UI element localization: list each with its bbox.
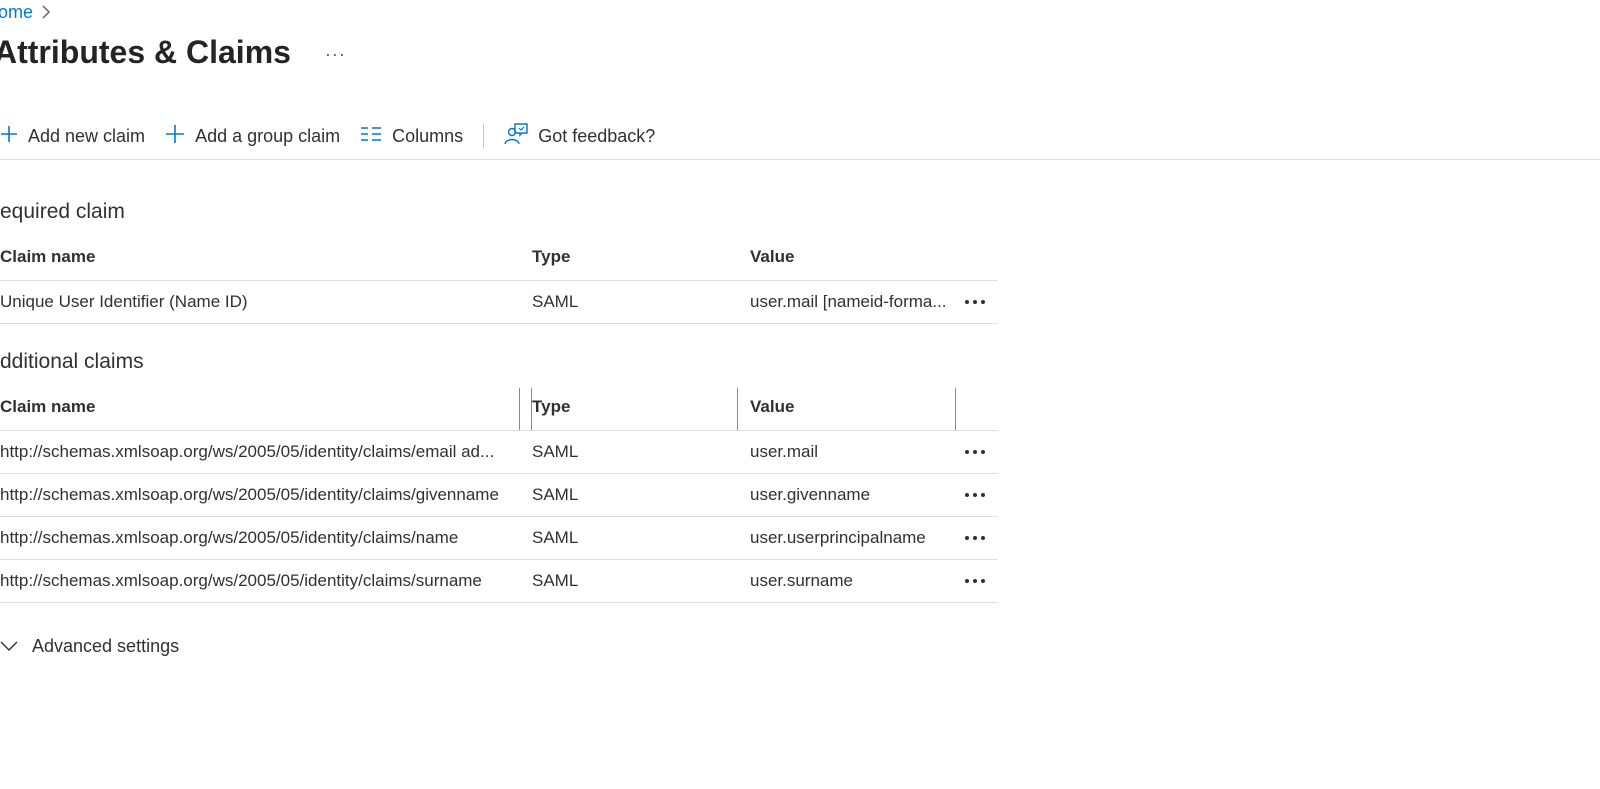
row-more-icon[interactable] — [962, 571, 988, 591]
add-group-claim-button[interactable]: Add a group claim — [155, 118, 350, 154]
column-resize-handle[interactable] — [955, 388, 956, 430]
add-new-claim-button[interactable]: Add new claim — [0, 118, 155, 154]
toolbar-divider — [483, 124, 485, 148]
claim-name-cell: http://schemas.xmlsoap.org/ws/2005/05/id… — [0, 442, 495, 461]
breadcrumb-home-link[interactable]: ome — [0, 2, 33, 23]
advanced-settings-toggle[interactable]: Advanced settings — [0, 636, 179, 657]
row-more-icon[interactable] — [962, 528, 988, 548]
table-row[interactable]: http://schemas.xmlsoap.org/ws/2005/05/id… — [0, 474, 998, 517]
additional-claims-table: Claim name Type Value http://schemas.xml… — [0, 384, 998, 603]
table-header-row: Claim name Type Value — [0, 234, 998, 281]
table-row[interactable]: Unique User Identifier (Name ID) SAML us… — [0, 281, 998, 324]
claim-value-cell: user.userprincipalname — [750, 528, 926, 547]
feedback-icon — [504, 122, 538, 151]
chevron-right-icon — [41, 5, 51, 19]
required-claim-heading: equired claim — [0, 200, 125, 223]
table-row[interactable]: http://schemas.xmlsoap.org/ws/2005/05/id… — [0, 560, 998, 603]
claim-name-cell: http://schemas.xmlsoap.org/ws/2005/05/id… — [0, 528, 459, 547]
claim-value-cell: user.surname — [750, 571, 853, 590]
row-more-icon[interactable] — [962, 292, 988, 312]
row-more-icon[interactable] — [962, 485, 988, 505]
claim-value-cell: user.mail [nameid-forma... — [750, 292, 947, 311]
advanced-settings-label: Advanced settings — [32, 636, 180, 656]
claim-type-cell: SAML — [532, 442, 579, 461]
claim-value-cell: user.mail — [750, 442, 819, 461]
claim-name-cell: http://schemas.xmlsoap.org/ws/2005/05/id… — [0, 571, 482, 590]
required-claim-table: Claim name Type Value Unique User Identi… — [0, 234, 998, 324]
column-header-value[interactable]: Value — [750, 247, 950, 267]
more-options-icon[interactable]: ··· — [325, 44, 346, 65]
claim-name-cell: http://schemas.xmlsoap.org/ws/2005/05/id… — [0, 485, 499, 504]
columns-button[interactable]: Columns — [350, 118, 473, 154]
table-header-row: Claim name Type Value — [0, 384, 998, 431]
table-row[interactable]: http://schemas.xmlsoap.org/ws/2005/05/id… — [0, 517, 998, 560]
claim-type-cell: SAML — [532, 571, 579, 590]
claim-value-cell: user.givenname — [750, 485, 871, 504]
add-new-claim-label: Add new claim — [28, 125, 146, 146]
claim-type-cell: SAML — [532, 292, 579, 311]
table-row[interactable]: http://schemas.xmlsoap.org/ws/2005/05/id… — [0, 431, 998, 474]
toolbar-divider-line — [0, 159, 1600, 160]
attributes-claims-page: ome Attributes & Claims ··· Add new clai… — [0, 0, 1600, 789]
add-group-claim-label: Add a group claim — [195, 125, 341, 146]
breadcrumb: ome — [0, 0, 51, 24]
column-header-type[interactable]: Type — [532, 247, 732, 267]
columns-label: Columns — [392, 125, 464, 146]
feedback-label: Got feedback? — [538, 125, 656, 146]
plus-icon — [0, 125, 28, 148]
title-row: Attributes & Claims ··· — [0, 34, 346, 71]
column-header-claim-name[interactable]: Claim name — [0, 247, 520, 267]
additional-claims-heading: dditional claims — [0, 350, 144, 373]
row-more-icon[interactable] — [962, 442, 988, 462]
claim-type-cell: SAML — [532, 528, 579, 547]
plus-icon — [165, 124, 195, 149]
column-header-claim-name[interactable]: Claim name — [0, 397, 520, 417]
column-resize-handle[interactable] — [737, 388, 738, 430]
chevron-down-icon — [0, 636, 32, 657]
column-header-value[interactable]: Value — [750, 397, 950, 417]
feedback-button[interactable]: Got feedback? — [494, 118, 665, 154]
command-bar: Add new claim Add a group claim Columns — [0, 116, 1600, 156]
column-header-type[interactable]: Type — [532, 397, 732, 417]
page-title: Attributes & Claims — [0, 34, 291, 70]
column-resize-handle[interactable] — [519, 388, 520, 430]
columns-icon — [360, 126, 392, 147]
claim-type-cell: SAML — [532, 485, 579, 504]
claim-name-cell: Unique User Identifier (Name ID) — [0, 292, 248, 311]
